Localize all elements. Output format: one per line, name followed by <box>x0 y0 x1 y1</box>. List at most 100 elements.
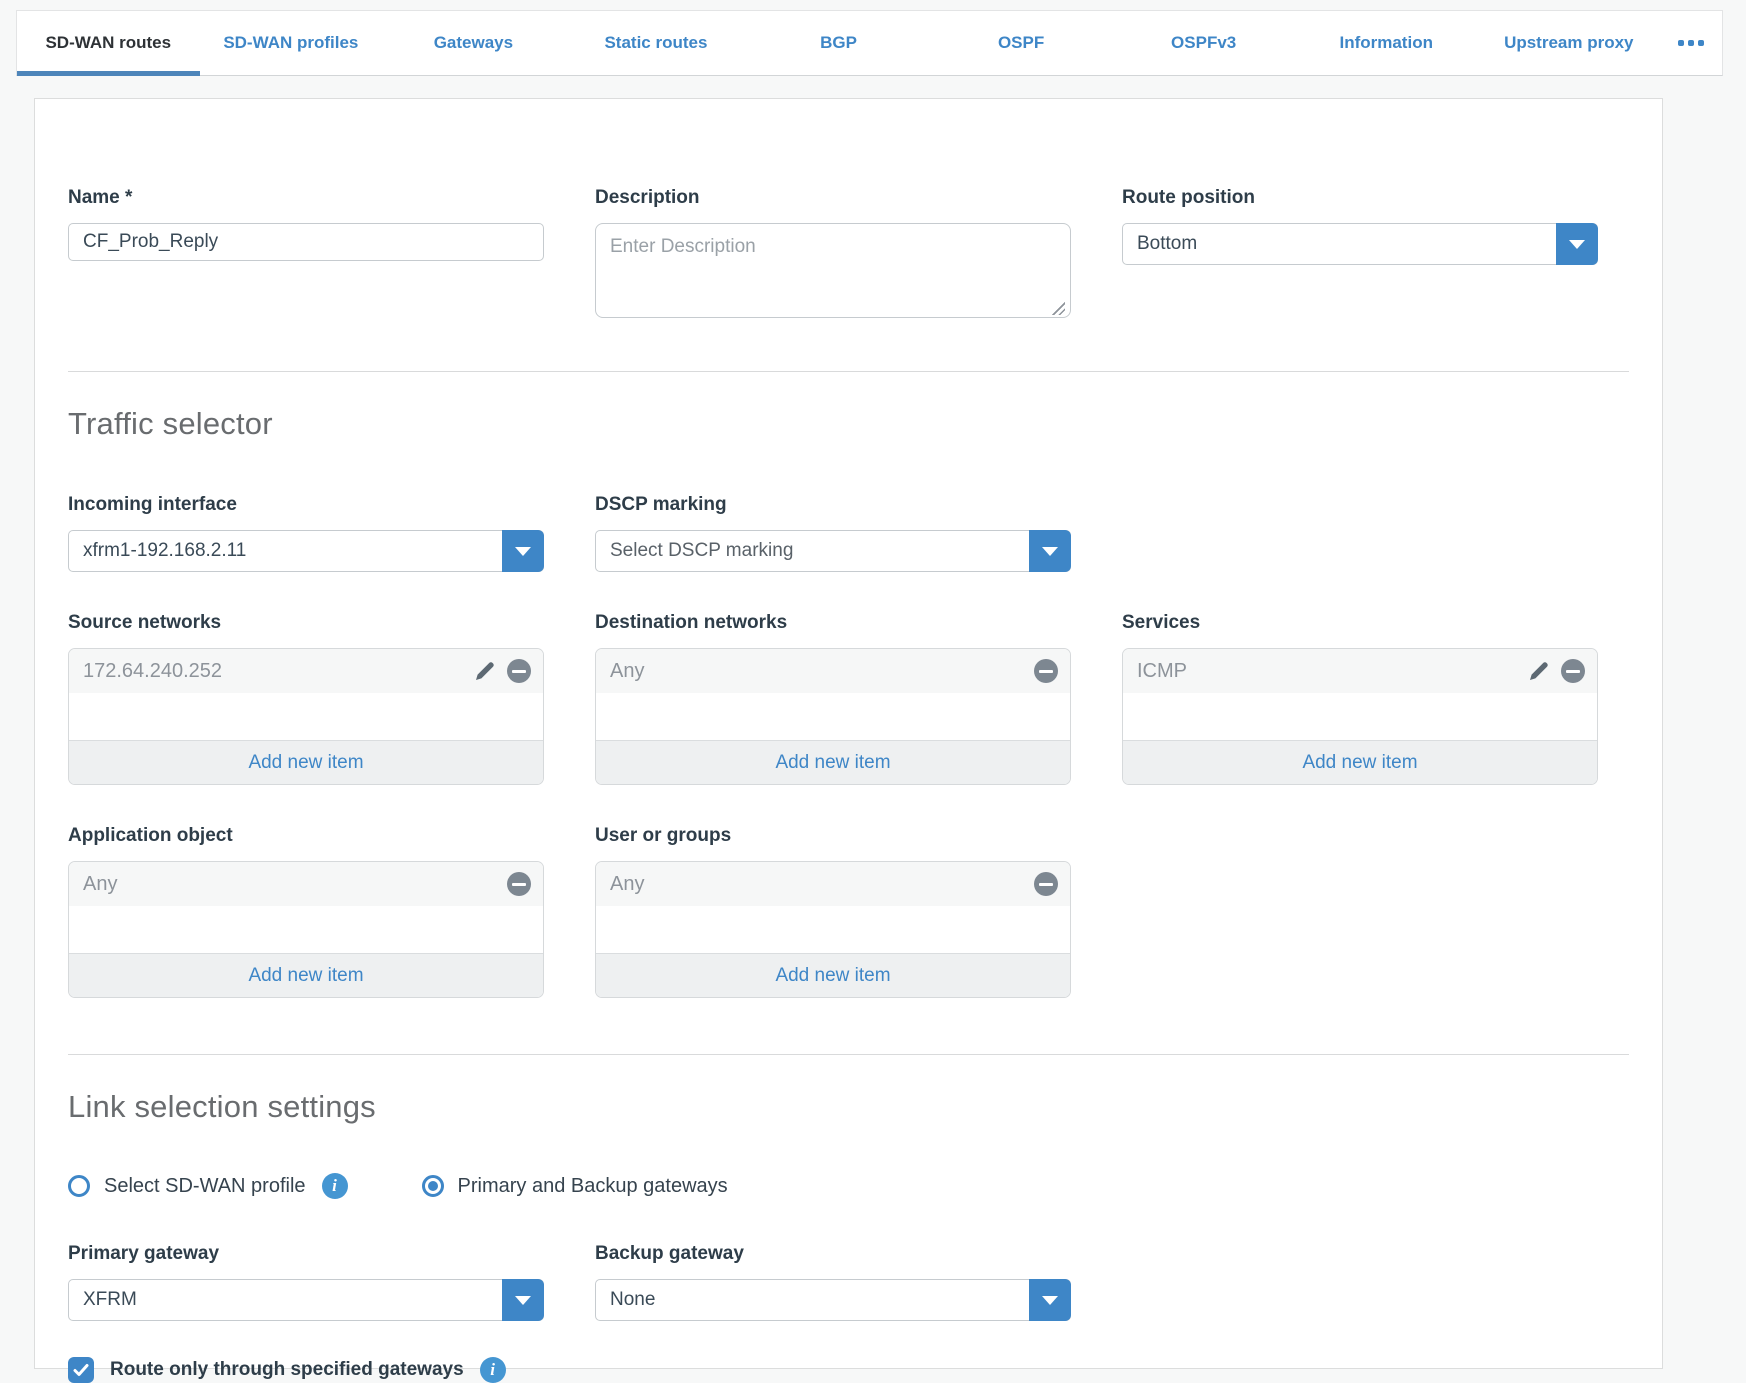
chevron-down-icon[interactable] <box>502 530 544 572</box>
services-box: ICMP Add new item <box>1122 648 1598 785</box>
minus-circle-icon[interactable] <box>1034 659 1058 683</box>
description-textarea[interactable] <box>595 223 1071 318</box>
tab-ospfv3[interactable]: OSPFv3 <box>1112 11 1295 75</box>
add-new-item-button[interactable]: Add new item <box>596 953 1070 997</box>
incoming-interface-select[interactable]: xfrm1-192.168.2.11 <box>68 530 544 572</box>
tab-information[interactable]: Information <box>1295 11 1478 75</box>
dscp-marking-label: DSCP marking <box>595 494 1071 516</box>
list-empty-space <box>69 906 543 953</box>
pencil-icon[interactable] <box>473 659 497 683</box>
incoming-interface-group: Incoming interface xfrm1-192.168.2.11 <box>68 494 544 572</box>
route-position-label: Route position <box>1122 187 1598 209</box>
sdwan-route-form: Name * Description Route position Bottom… <box>34 98 1663 1369</box>
ellipsis-icon[interactable] <box>1660 11 1722 75</box>
minus-circle-icon[interactable] <box>1034 872 1058 896</box>
list-item-value: Any <box>610 873 1034 896</box>
list-item: 172.64.240.252 <box>69 649 543 693</box>
radio-label-sdwan-profile: Select SD-WAN profile <box>104 1175 306 1198</box>
destination-networks-box: Any Add new item <box>595 648 1071 785</box>
tab-bar: SD-WAN routes SD-WAN profiles Gateways S… <box>16 10 1723 76</box>
minus-circle-icon[interactable] <box>1561 659 1585 683</box>
route-position-select[interactable]: Bottom <box>1122 223 1598 265</box>
tab-sdwan-routes[interactable]: SD-WAN routes <box>17 11 200 75</box>
minus-circle-icon[interactable] <box>507 872 531 896</box>
tab-ospf[interactable]: OSPF <box>930 11 1113 75</box>
name-label: Name * <box>68 187 544 209</box>
application-object-box: Any Add new item <box>68 861 544 998</box>
checkmark-icon <box>73 1362 89 1378</box>
add-new-item-button[interactable]: Add new item <box>69 953 543 997</box>
list-item-value: Any <box>83 873 507 896</box>
caret-glyph <box>1042 1296 1058 1305</box>
list-empty-space <box>596 693 1070 740</box>
link-selection-title: Link selection settings <box>68 1089 1629 1125</box>
add-new-item-button[interactable]: Add new item <box>69 740 543 784</box>
minus-circle-icon[interactable] <box>507 659 531 683</box>
pencil-icon[interactable] <box>1527 659 1551 683</box>
list-empty-space <box>69 693 543 740</box>
info-icon[interactable]: i <box>322 1173 348 1199</box>
list-item: Any <box>596 862 1070 906</box>
radio-primary-backup-gateways[interactable] <box>422 1175 444 1197</box>
incoming-interface-label: Incoming interface <box>68 494 544 516</box>
user-or-groups-group: User or groups Any Add new item <box>595 825 1071 998</box>
route-only-checkbox[interactable] <box>68 1357 94 1383</box>
backup-gateway-select[interactable]: None <box>595 1279 1071 1321</box>
list-item: Any <box>596 649 1070 693</box>
route-only-label: Route only through specified gateways <box>110 1359 464 1381</box>
source-networks-label: Source networks <box>68 612 544 634</box>
application-object-group: Application object Any Add new item <box>68 825 544 998</box>
name-field-group: Name * <box>68 187 544 261</box>
radio-label-primary-backup: Primary and Backup gateways <box>458 1175 728 1198</box>
destination-networks-group: Destination networks Any Add new item <box>595 612 1071 785</box>
description-field-group: Description <box>595 187 1071 323</box>
list-empty-space <box>596 906 1070 953</box>
backup-gateway-label: Backup gateway <box>595 1243 1071 1265</box>
services-label: Services <box>1122 612 1598 634</box>
source-networks-group: Source networks 172.64.240.252 Add new i… <box>68 612 544 785</box>
add-new-item-button[interactable]: Add new item <box>596 740 1070 784</box>
caret-glyph <box>515 1296 531 1305</box>
route-position-value: Bottom <box>1123 233 1597 255</box>
chevron-down-icon[interactable] <box>1556 223 1598 265</box>
tab-bgp[interactable]: BGP <box>747 11 930 75</box>
radio-select-sdwan-profile[interactable] <box>68 1175 90 1197</box>
user-or-groups-box: Any Add new item <box>595 861 1071 998</box>
name-input[interactable] <box>68 223 544 261</box>
primary-gateway-select[interactable]: XFRM <box>68 1279 544 1321</box>
list-item-value: Any <box>610 660 1034 683</box>
radio-group-sdwan-profile: Select SD-WAN profile i <box>68 1173 348 1199</box>
description-label: Description <box>595 187 1071 209</box>
source-networks-box: 172.64.240.252 Add new item <box>68 648 544 785</box>
chevron-down-icon[interactable] <box>1029 530 1071 572</box>
info-icon[interactable]: i <box>480 1357 506 1383</box>
ellipsis-dot <box>1698 40 1704 46</box>
incoming-interface-value: xfrm1-192.168.2.11 <box>69 540 543 562</box>
list-item-value: 172.64.240.252 <box>83 660 473 683</box>
ellipsis-dot <box>1678 40 1684 46</box>
section-divider <box>68 371 1629 372</box>
add-new-item-button[interactable]: Add new item <box>1123 740 1597 784</box>
backup-gateway-group: Backup gateway None <box>595 1243 1071 1321</box>
primary-gateway-value: XFRM <box>69 1289 543 1311</box>
primary-gateway-label: Primary gateway <box>68 1243 544 1265</box>
caret-glyph <box>1569 240 1585 249</box>
tab-upstream-proxy[interactable]: Upstream proxy <box>1478 11 1661 75</box>
dscp-marking-select[interactable]: Select DSCP marking <box>595 530 1071 572</box>
tab-sdwan-profiles[interactable]: SD-WAN profiles <box>200 11 383 75</box>
radio-group-primary-backup: Primary and Backup gateways <box>422 1175 728 1198</box>
chevron-down-icon[interactable] <box>1029 1279 1071 1321</box>
caret-glyph <box>515 547 531 556</box>
ellipsis-dot <box>1688 40 1694 46</box>
tab-gateways[interactable]: Gateways <box>382 11 565 75</box>
destination-networks-label: Destination networks <box>595 612 1071 634</box>
section-divider <box>68 1054 1629 1055</box>
dscp-marking-value: Select DSCP marking <box>596 540 1070 562</box>
chevron-down-icon[interactable] <box>502 1279 544 1321</box>
user-or-groups-label: User or groups <box>595 825 1071 847</box>
list-item: Any <box>69 862 543 906</box>
tab-static-routes[interactable]: Static routes <box>565 11 748 75</box>
primary-gateway-group: Primary gateway XFRM <box>68 1243 544 1321</box>
caret-glyph <box>1042 547 1058 556</box>
traffic-selector-title: Traffic selector <box>68 406 1629 442</box>
